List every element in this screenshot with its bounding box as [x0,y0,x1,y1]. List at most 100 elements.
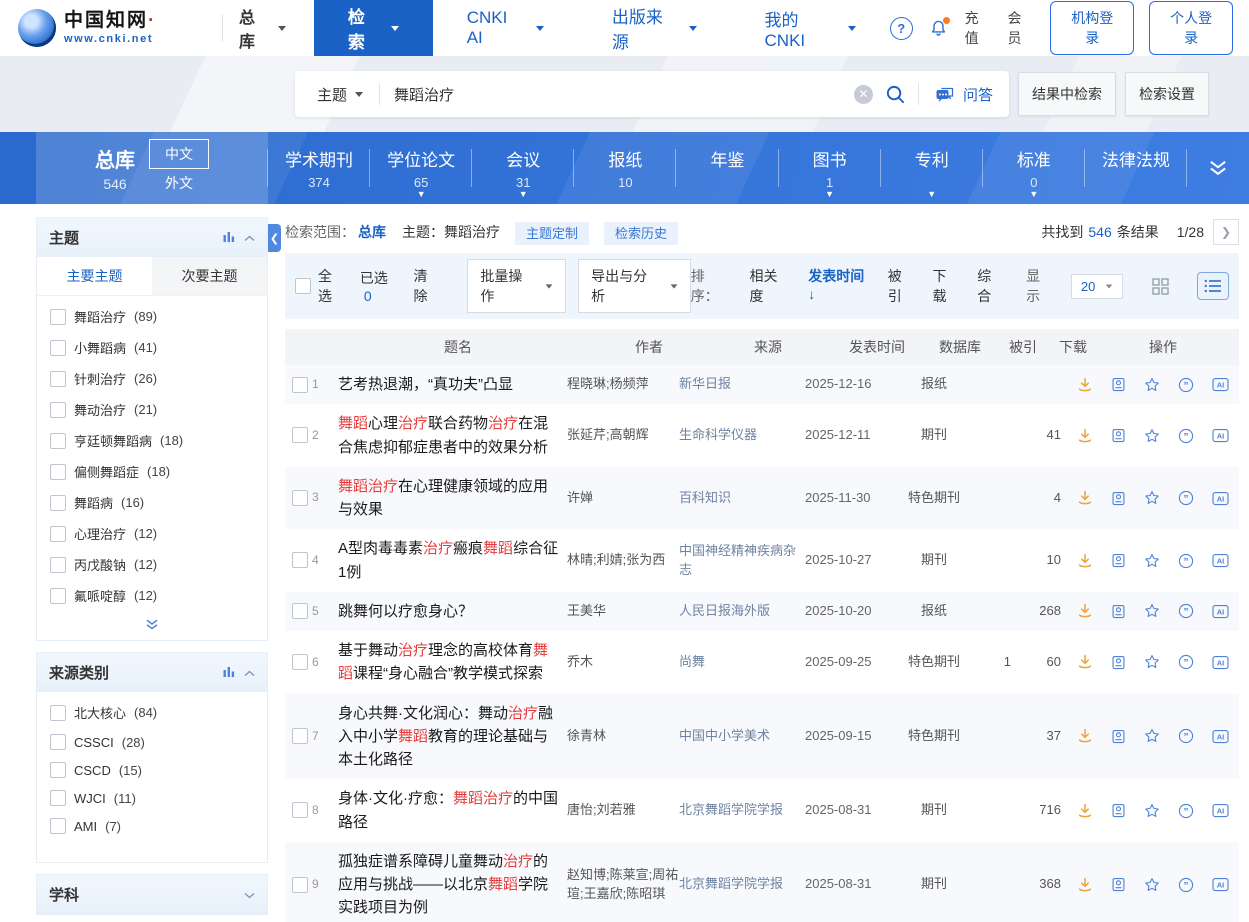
search-history-chip[interactable]: 检索历史 [604,222,678,245]
filter-checkbox[interactable] [50,433,66,449]
filter-item[interactable]: 舞蹈病 (16) [37,487,267,518]
org-login-button[interactable]: 机构登录 [1050,1,1134,55]
select-all-checkbox[interactable] [295,278,311,294]
result-source[interactable]: 生命科学仪器 [679,426,805,445]
search-icon[interactable] [873,84,918,105]
result-title[interactable]: 孤独症谱系障碍儿童舞动治疗的应用与挑战——以北京舞蹈学院实践项目为例 [338,853,548,917]
topnav-publish-source[interactable]: 出版来源 [578,0,731,56]
row-checkbox[interactable] [292,552,308,568]
ai-icon[interactable]: AI [1212,604,1229,619]
row-checkbox[interactable] [292,802,308,818]
filter-item[interactable]: 舞蹈治疗 (89) [37,301,267,332]
recharge-link[interactable]: 充值 [965,8,993,48]
reader-icon[interactable] [1111,803,1126,818]
result-title[interactable]: 身体·文化·疗愈：舞蹈治疗的中国路径 [338,790,558,830]
sort-relevance[interactable]: 相关度 [750,266,792,306]
notification-bell-icon[interactable] [928,17,950,39]
quote-icon[interactable]: ” [1178,377,1194,393]
download-icon[interactable] [1077,877,1093,893]
db-tab-standard[interactable]: 标准0▼ [983,132,1085,204]
result-source[interactable]: 尚舞 [679,653,805,672]
ai-icon[interactable]: AI [1212,491,1229,506]
select-all-label[interactable]: 全选 [318,266,346,306]
favorite-icon[interactable] [1144,877,1160,893]
download-icon[interactable] [1077,428,1093,444]
filter-checkbox[interactable] [50,762,66,778]
download-icon[interactable] [1077,803,1093,819]
filter-item[interactable]: 北大核心 (84) [37,697,267,728]
filter-item[interactable]: 针刺治疗 (26) [37,363,267,394]
quote-icon[interactable]: ” [1178,877,1194,893]
filter-checkbox[interactable] [50,371,66,387]
filter-item[interactable]: 心理治疗 (12) [37,518,267,549]
ai-icon[interactable]: AI [1212,553,1229,568]
topic-tab[interactable]: 次要主题 [152,257,267,295]
personal-login-button[interactable]: 个人登录 [1149,1,1233,55]
ai-icon[interactable]: AI [1212,729,1229,744]
clear-selection-button[interactable]: 清除 [414,266,442,306]
favorite-icon[interactable] [1144,654,1160,670]
quote-icon[interactable]: ” [1178,553,1194,569]
result-authors[interactable]: 张延芹;高朝辉 [567,426,679,445]
qa-button[interactable]: 问答 [919,84,1009,105]
grid-view-button[interactable] [1144,272,1176,300]
favorite-icon[interactable] [1144,803,1160,819]
download-icon[interactable] [1077,654,1093,670]
filter-checkbox[interactable] [50,557,66,573]
topic-subscribe-chip[interactable]: 主题定制 [515,222,589,245]
expand-more-icon[interactable] [37,614,267,640]
download-icon[interactable] [1077,377,1093,393]
filter-checkbox[interactable] [50,402,66,418]
ai-icon[interactable]: AI [1212,377,1229,392]
filter-item[interactable]: 氟哌啶醇 (12) [37,580,267,611]
download-icon[interactable] [1077,728,1093,744]
filter-checkbox[interactable] [50,790,66,806]
chevron-up-icon[interactable] [244,664,255,681]
reader-icon[interactable] [1111,604,1126,619]
filter-item[interactable]: 小舞蹈病 (41) [37,332,267,363]
sort-cited[interactable]: 被引 [888,266,916,306]
quote-icon[interactable]: ” [1178,603,1194,619]
chevron-down-icon[interactable] [244,886,255,903]
favorite-icon[interactable] [1144,553,1160,569]
help-icon[interactable]: ? [890,17,913,40]
search-in-results-button[interactable]: 结果中检索 [1018,72,1116,116]
result-source[interactable]: 人民日报海外版 [679,602,805,621]
reader-icon[interactable] [1111,553,1126,568]
download-icon[interactable] [1077,603,1093,619]
result-authors[interactable]: 赵知博;陈莱宣;周祐瑄;王嘉欣;陈昭琪 [567,866,679,904]
sort-download[interactable]: 下载 [933,266,961,306]
favorite-icon[interactable] [1144,377,1160,393]
result-title[interactable]: 舞蹈治疗在心理健康领域的应用与效果 [338,478,548,518]
filter-item[interactable]: WJCI (11) [37,784,267,812]
ai-icon[interactable]: AI [1212,803,1229,818]
row-checkbox[interactable] [292,654,308,670]
filter-header-source-category[interactable]: 来源类别 [37,653,267,692]
next-page-button[interactable]: ❯ [1213,219,1239,245]
result-authors[interactable]: 林晴;利婧;张为西 [567,551,679,570]
filter-header-subject[interactable]: 学科 [37,875,267,914]
ai-icon[interactable]: AI [1212,655,1229,670]
db-tab-law[interactable]: 法律法规 [1085,132,1187,204]
result-title[interactable]: 基于舞动治疗理念的高校体育舞蹈课程“身心融合”教学模式探索 [338,642,548,682]
filter-checkbox[interactable] [50,705,66,721]
lang-tab-chinese[interactable]: 中文 [149,139,209,169]
row-checkbox[interactable] [292,877,308,893]
reader-icon[interactable] [1111,877,1126,892]
batch-actions-button[interactable]: 批量操作 [467,259,566,313]
favorite-icon[interactable] [1144,490,1160,506]
row-checkbox[interactable] [292,427,308,443]
db-tab-newspaper[interactable]: 报纸10 [574,132,676,204]
reader-icon[interactable] [1111,428,1126,443]
clear-search-icon[interactable]: ✕ [854,85,873,104]
result-title[interactable]: 艺考热退潮，“真功夫”凸显 [338,376,513,393]
filter-checkbox[interactable] [50,340,66,356]
result-authors[interactable]: 唐怡;刘若雅 [567,801,679,820]
result-source[interactable]: 北京舞蹈学院学报 [679,801,805,820]
row-checkbox[interactable] [292,377,308,393]
list-view-button[interactable] [1197,272,1229,300]
cnki-logo[interactable]: 中国知网· www.cnki.net [18,9,218,47]
filter-checkbox[interactable] [50,464,66,480]
filter-item[interactable]: CSSCI (28) [37,728,267,756]
db-tab-patent[interactable]: 专利 ▼ [881,132,983,204]
